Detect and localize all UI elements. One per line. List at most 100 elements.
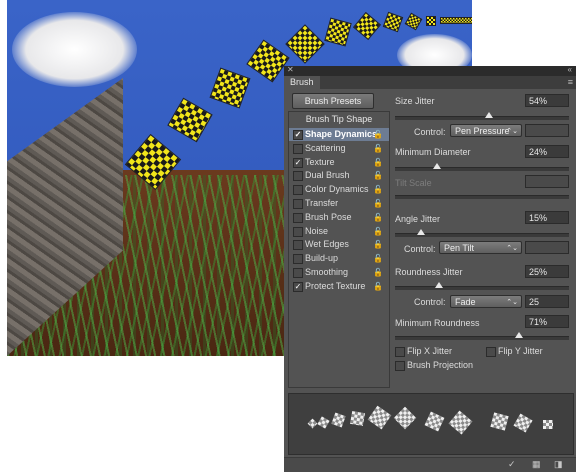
checkbox-scattering[interactable] [293, 143, 303, 154]
checkbox-color-dynamics[interactable] [293, 185, 303, 196]
chevron-down-icon: ⌃⌄ [506, 128, 518, 135]
checkbox-texture[interactable]: ✓ [293, 157, 303, 168]
fade-steps-value[interactable]: 25 [525, 295, 569, 308]
toggle-live-tip-icon[interactable]: ✓ [508, 459, 516, 470]
control-label-2: Control: [404, 244, 436, 254]
lock-icon[interactable]: 🔓 [373, 211, 383, 224]
brush-grid-icon[interactable]: ▦ [532, 459, 541, 470]
control-select-1-value: Pen Pressure [455, 126, 510, 136]
sidebar-item-label: Brush Pose [305, 211, 352, 222]
roundness-jitter-knob[interactable] [434, 282, 443, 288]
sidebar-item-label: Noise [305, 225, 329, 236]
checkbox-shape-dynamics[interactable]: ✓ [293, 130, 303, 140]
checkbox-protect-texture[interactable]: ✓ [293, 281, 303, 292]
angle-jitter-value[interactable]: 15% [525, 211, 569, 224]
create-new-brush-icon[interactable]: ◨ [554, 459, 563, 470]
preview-dab [331, 412, 346, 428]
size-jitter-value[interactable]: 54% [525, 94, 569, 107]
roundness-jitter-label: Roundness Jitter [395, 267, 463, 277]
close-icon[interactable]: ✕ [287, 65, 294, 74]
cloud-left [12, 12, 137, 87]
preview-dab [317, 416, 330, 429]
preview-dab [448, 410, 473, 435]
sidebar-item-brush-tip-shape[interactable]: Brush Tip Shape [289, 114, 389, 124]
lock-icon[interactable]: 🔓 [373, 169, 383, 182]
sidebar-item-protect-texture[interactable]: ✓ Protect Texture 🔓 [289, 280, 389, 293]
lock-icon[interactable]: 🔓 [373, 128, 383, 141]
control-select-2-value: Pen Tilt [444, 243, 475, 253]
roundness-jitter-value[interactable]: 25% [525, 265, 569, 278]
min-diameter-value[interactable]: 24% [525, 145, 569, 158]
lock-icon[interactable]: 🔓 [373, 266, 383, 279]
collapse-icon[interactable]: « [568, 65, 572, 74]
control-select-3[interactable]: Fade ⌃⌄ [450, 295, 522, 308]
brush-panel: ✕ « Brush ≡ Brush Presets Brush Tip Shap… [284, 65, 576, 472]
angle-jitter-knob[interactable] [417, 229, 426, 235]
brush-presets-button[interactable]: Brush Presets [292, 93, 374, 109]
checkbox-wet-edges[interactable] [293, 240, 303, 251]
chevron-down-icon: ⌃⌄ [506, 245, 518, 252]
panel-bottom-bar: ✓ ▦ ◨ [284, 457, 576, 472]
preview-dab [367, 405, 392, 430]
checkbox-dual-brush[interactable] [293, 171, 303, 182]
lock-icon[interactable]: 🔓 [373, 142, 383, 155]
control-steps-2 [525, 241, 569, 254]
control-select-3-value: Fade [455, 297, 476, 307]
sidebar-item-smoothing[interactable]: Smoothing 🔓 [289, 266, 389, 279]
sidebar-item-label: Protect Texture [305, 280, 366, 291]
sidebar-item-transfer[interactable]: Transfer 🔓 [289, 197, 389, 210]
sidebar-item-dual-brush[interactable]: Dual Brush 🔓 [289, 169, 389, 182]
lock-icon[interactable]: 🔓 [373, 238, 383, 251]
preview-dab [349, 410, 366, 427]
tab-brush[interactable]: Brush [284, 76, 320, 89]
tilt-scale-label: Tilt Scale [395, 178, 432, 188]
sidebar-item-brush-pose[interactable]: Brush Pose 🔓 [289, 211, 389, 224]
checkbox-noise[interactable] [293, 226, 303, 237]
sidebar-item-build-up[interactable]: Build-up 🔓 [289, 252, 389, 265]
sidebar-item-wet-edges[interactable]: Wet Edges 🔓 [289, 238, 389, 251]
min-roundness-slider[interactable] [395, 332, 569, 340]
checkbox-smoothing[interactable] [293, 268, 303, 278]
panel-titlebar[interactable]: ✕ « [284, 65, 576, 76]
sidebar-item-label: Build-up [305, 253, 339, 264]
lock-icon[interactable]: 🔓 [373, 280, 383, 293]
roundness-jitter-slider[interactable] [395, 282, 569, 290]
sidebar-item-label: Wet Edges [305, 239, 349, 250]
min-roundness-knob[interactable] [514, 332, 523, 338]
sidebar-item-noise[interactable]: Noise 🔓 [289, 225, 389, 238]
control-select-2[interactable]: Pen Tilt ⌃⌄ [439, 241, 522, 254]
checkbox-box[interactable] [395, 361, 405, 371]
brush-stroke-preview [288, 393, 574, 455]
lock-icon[interactable]: 🔓 [373, 197, 383, 210]
panel-menu-icon[interactable]: ≡ [568, 77, 573, 87]
checkbox-build-up[interactable] [293, 254, 303, 265]
min-diameter-label: Minimum Diameter [395, 147, 471, 157]
min-roundness-value[interactable]: 71% [525, 315, 569, 328]
checker-stroke-10 [426, 16, 436, 26]
control-select-1[interactable]: Pen Pressure ⌃⌄ [450, 124, 522, 137]
checkbox-box[interactable] [395, 347, 405, 357]
min-diameter-knob[interactable] [432, 163, 441, 169]
size-jitter-knob[interactable] [484, 112, 493, 118]
sidebar-item-label: Shape Dynamics [305, 129, 378, 139]
angle-jitter-slider[interactable] [395, 229, 569, 237]
preview-dab [490, 412, 509, 431]
lock-icon[interactable]: 🔓 [373, 225, 383, 238]
lock-icon[interactable]: 🔓 [373, 183, 383, 196]
sidebar-item-scattering[interactable]: Scattering 🔓 [289, 142, 389, 155]
lock-icon[interactable]: 🔓 [373, 156, 383, 169]
tilt-scale-value [525, 175, 569, 188]
checkbox-box[interactable] [486, 347, 496, 357]
lock-icon[interactable]: 🔓 [373, 252, 383, 265]
tilt-scale-slider [395, 195, 569, 199]
checkbox-transfer[interactable] [293, 199, 303, 209]
sidebar-item-texture[interactable]: ✓ Texture 🔓 [289, 156, 389, 169]
size-jitter-slider[interactable] [395, 112, 569, 120]
min-diameter-slider[interactable] [395, 163, 569, 171]
checkbox-brush-pose[interactable] [293, 212, 303, 223]
sidebar-item-color-dynamics[interactable]: Color Dynamics 🔓 [289, 183, 389, 196]
sidebar-item-label: Texture [305, 156, 335, 167]
min-roundness-label: Minimum Roundness [395, 318, 480, 328]
sidebar-item-label: Color Dynamics [305, 184, 369, 195]
sidebar-item-shape-dynamics[interactable]: ✓ Shape Dynamics 🔓 [289, 128, 389, 141]
